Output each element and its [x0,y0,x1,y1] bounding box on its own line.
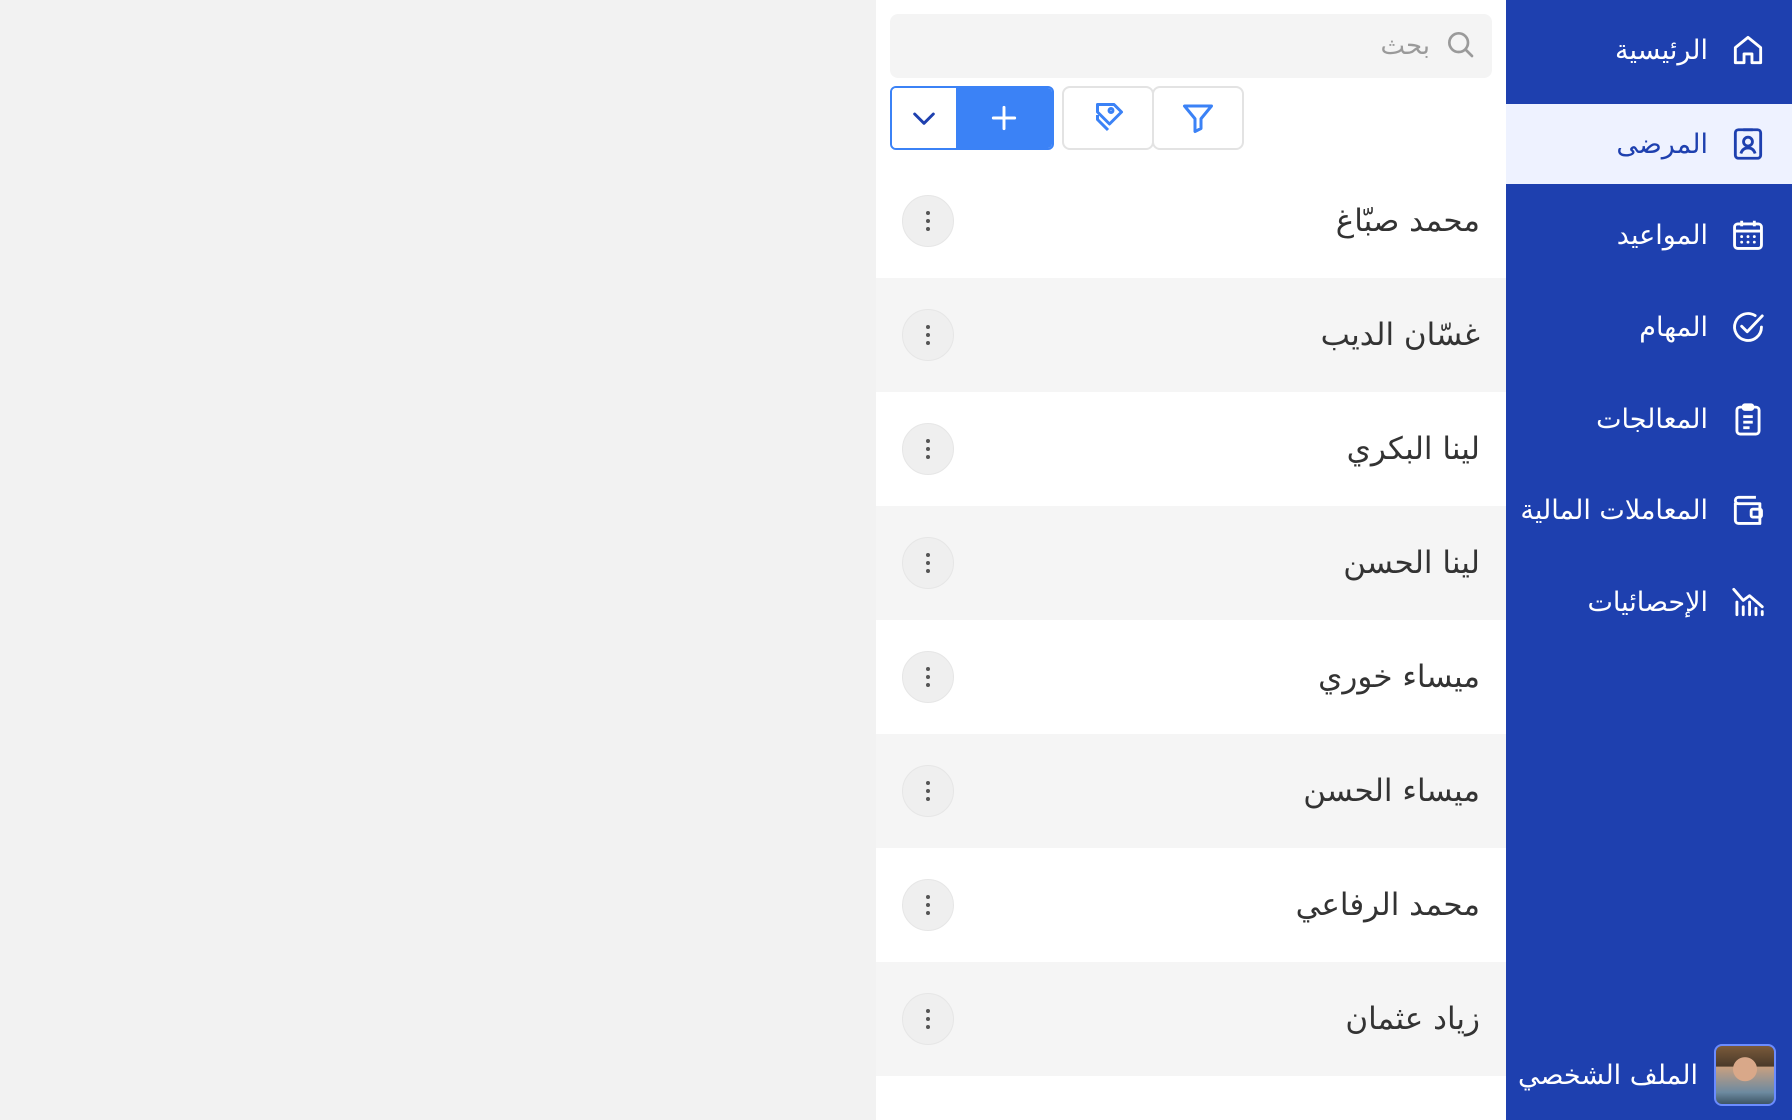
patient-name: لينا الحسن [1343,545,1480,581]
patient-name: محمد الرفاعي [1295,887,1480,923]
sidebar-item-label: المهام [1639,311,1708,343]
filter-icon [1183,104,1213,133]
patient-id-icon [1728,124,1768,164]
add-options-dropdown[interactable] [892,88,956,148]
empty-content-area [0,0,876,1120]
sidebar-item-label: المواعيد [1616,219,1708,251]
filter-button[interactable] [1152,86,1244,150]
check-circle-icon [1728,307,1768,347]
sidebar-item-label: الإحصائيات [1587,586,1708,618]
row-menu-button[interactable] [902,423,954,475]
row-menu-button[interactable] [902,309,954,361]
patient-name: ميساء الحسن [1303,773,1480,809]
wallet-icon [1728,490,1768,530]
chevron-down-icon [913,112,935,125]
patient-row[interactable]: محمد الرفاعي [876,848,1506,962]
search-input[interactable] [930,21,1430,71]
patient-name: محمد صبّاغ [1335,203,1480,239]
patient-row[interactable]: ميساء الحسن [876,734,1506,848]
calendar-icon [1728,215,1768,255]
row-menu-button[interactable] [902,879,954,931]
patient-name: لينا البكري [1346,431,1480,467]
search-box [890,14,1492,78]
more-vertical-icon [926,895,930,915]
sidebar-item-label: المرضى [1616,128,1708,160]
patient-row[interactable]: غسّان الديب [876,278,1506,392]
chart-icon [1728,582,1768,622]
more-vertical-icon [926,781,930,801]
sidebar-profile[interactable]: الملف الشخصي [1506,1040,1792,1110]
sidebar-item-home[interactable]: الرئيسية [1506,10,1792,90]
sidebar-item-patients[interactable]: المرضى [1506,104,1792,184]
avatar [1714,1044,1776,1106]
sidebar: الرئيسية المرضى المواعيد المهام المعالجا… [1506,0,1792,1120]
sidebar-item-tasks[interactable]: المهام [1506,287,1792,367]
more-vertical-icon [926,439,930,459]
row-menu-button[interactable] [902,537,954,589]
search-icon [1444,28,1476,64]
patient-name: غسّان الديب [1320,317,1480,353]
patients-panel: محمد صبّاغ غسّان الديب لينا البكري لينا … [876,0,1506,1120]
patient-row[interactable]: لينا البكري [876,392,1506,506]
more-vertical-icon [926,553,930,573]
sidebar-item-finance[interactable]: المعاملات المالية [1506,470,1792,550]
row-menu-button[interactable] [902,195,954,247]
patient-list: محمد صبّاغ غسّان الديب لينا البكري لينا … [876,164,1506,1076]
add-patient-split-button [890,86,1054,150]
row-menu-button[interactable] [902,765,954,817]
tags-icon [1096,103,1123,132]
add-patient-button[interactable] [956,88,1052,148]
patient-row[interactable]: زياد عثمان [876,962,1506,1076]
tags-button[interactable] [1062,86,1154,150]
sidebar-item-appointments[interactable]: المواعيد [1506,195,1792,275]
sidebar-item-label: الرئيسية [1615,34,1708,66]
patient-name: زياد عثمان [1345,1001,1480,1037]
sidebar-item-treatments[interactable]: المعالجات [1506,379,1792,459]
more-vertical-icon [926,1009,930,1029]
patient-row[interactable]: محمد صبّاغ [876,164,1506,278]
sidebar-item-label: المعالجات [1596,403,1708,435]
patient-row[interactable]: لينا الحسن [876,506,1506,620]
row-menu-button[interactable] [902,651,954,703]
profile-label: الملف الشخصي [1518,1059,1698,1091]
patient-row[interactable]: ميساء خوري [876,620,1506,734]
more-vertical-icon [926,325,930,345]
clipboard-icon [1728,399,1768,439]
more-vertical-icon [926,211,930,231]
more-vertical-icon [926,667,930,687]
sidebar-item-label: المعاملات المالية [1520,494,1708,526]
patient-name: ميساء خوري [1318,659,1480,695]
row-menu-button[interactable] [902,993,954,1045]
home-icon [1728,30,1768,70]
plus-icon [991,105,1017,131]
sidebar-item-statistics[interactable]: الإحصائيات [1506,562,1792,642]
